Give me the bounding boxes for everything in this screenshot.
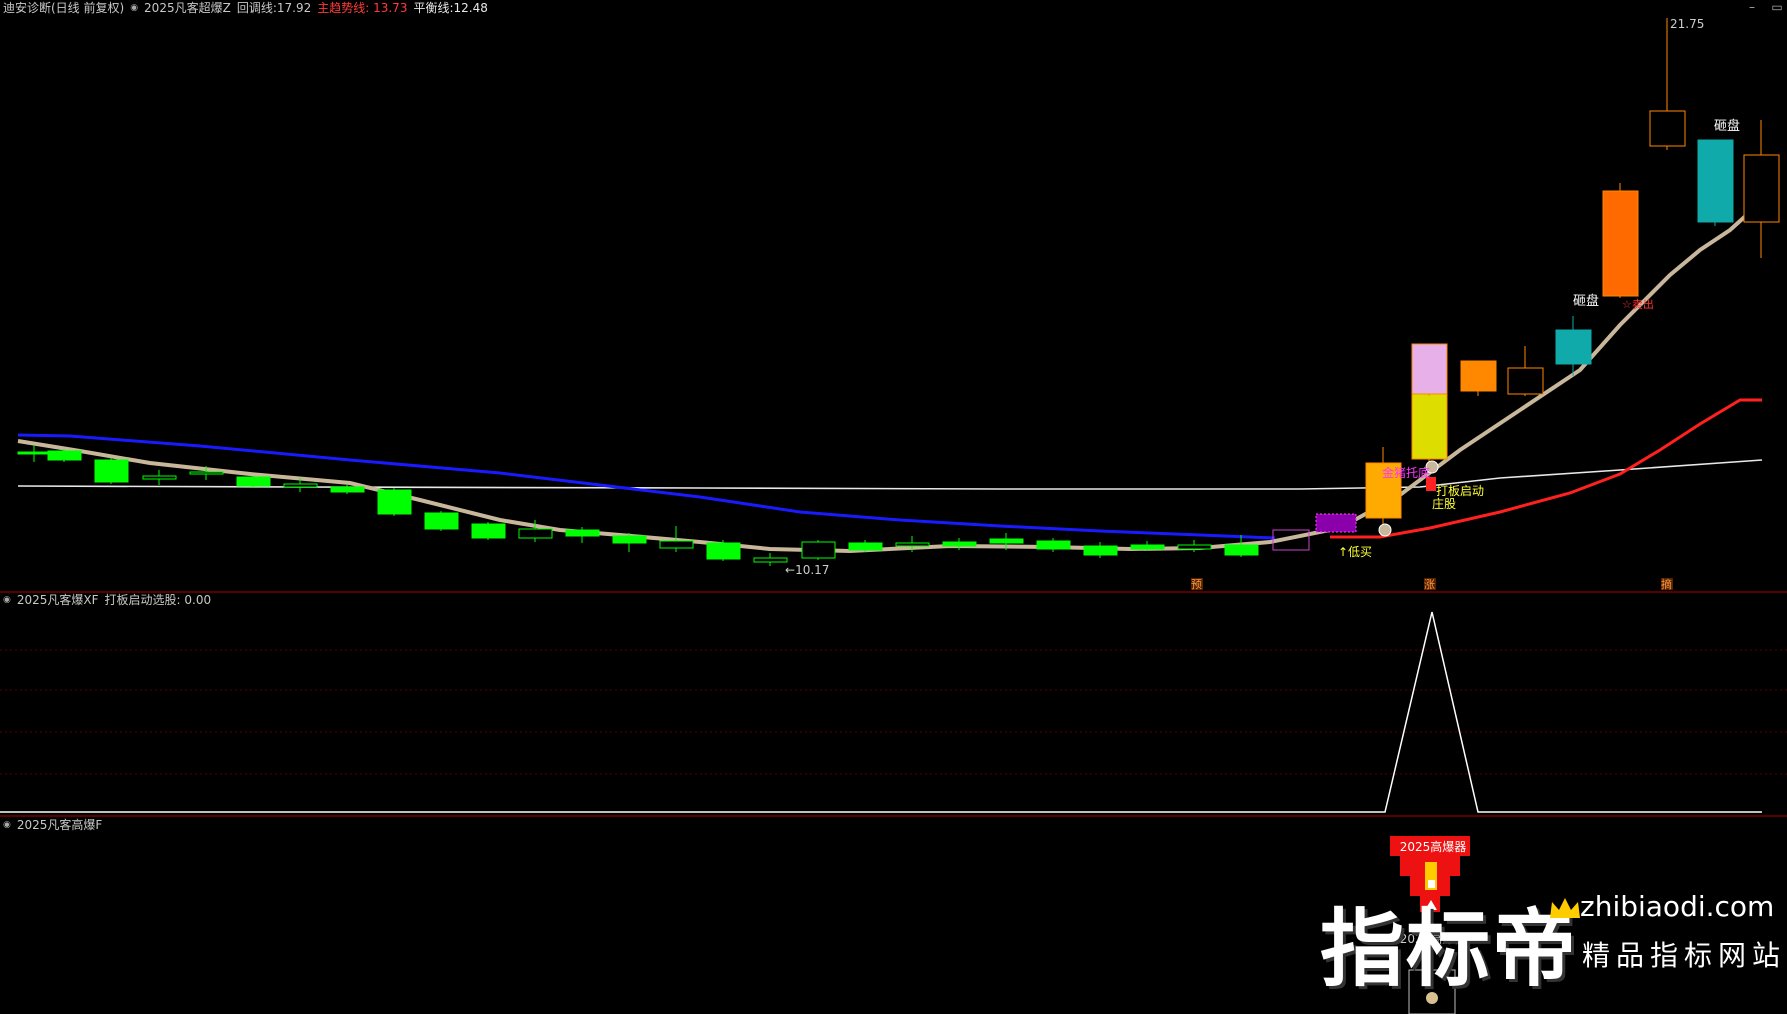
candle-body[interactable] [801, 541, 836, 559]
candle-body[interactable] [1036, 540, 1071, 550]
candle-body[interactable] [895, 542, 930, 547]
brand-logo: 指标帝 [1320, 900, 1579, 998]
brand-domain: zhibiaodi.com [1580, 890, 1775, 923]
watermark: 指标帝 zhibiaodi.com 精品指标网站 [1320, 882, 1780, 1003]
limit-up-start-label: 打板启动 [1436, 484, 1484, 498]
candle-body[interactable] [1507, 367, 1544, 395]
balance-line [17, 459, 1763, 490]
candle-body[interactable] [1649, 110, 1686, 147]
candle-body[interactable] [142, 475, 177, 480]
bottom-markers: 预 涨 摘 [1191, 577, 1673, 591]
marker-zhai: 摘 [1661, 577, 1672, 591]
candle-body[interactable] [942, 541, 977, 547]
low-buy-label: ↑低买 [1338, 545, 1372, 559]
brand-slogan: 精品指标网站 [1582, 939, 1787, 972]
candle-body[interactable] [706, 542, 741, 560]
sell-signal-label: ☆卖出 [1622, 297, 1654, 311]
candle-body[interactable] [518, 528, 553, 539]
purple-signal-box[interactable] [1315, 513, 1357, 533]
candle-body[interactable] [471, 523, 506, 539]
chart-canvas[interactable]: 21.75 ←10.17 砸盘 砸盘 ☆卖出 金猪托底 打板启动 庄股 ↑低买 … [0, 0, 1787, 1014]
candle-body[interactable] [1697, 139, 1734, 223]
candle-body[interactable] [94, 459, 129, 483]
candle-body[interactable] [189, 471, 224, 475]
candle-body[interactable] [659, 540, 694, 549]
candle-body[interactable] [1083, 545, 1118, 556]
candle-body[interactable] [1460, 360, 1497, 392]
sell-pressure-label-1: 砸盘 [1714, 118, 1740, 134]
candle-body[interactable] [47, 450, 82, 461]
limit-up-start-spike [0, 611, 1762, 813]
candle-body[interactable] [848, 542, 883, 551]
sell-pressure-label-2: 砸盘 [1573, 293, 1599, 309]
candle-body[interactable] [1177, 544, 1212, 550]
candle-body[interactable] [1602, 190, 1639, 297]
sub1-gridlines [0, 649, 1787, 775]
candle-body[interactable] [377, 489, 412, 515]
low-price-label: ←10.17 [785, 563, 829, 577]
marker-zhang: 涨 [1424, 578, 1435, 591]
candle-body[interactable] [1411, 393, 1448, 460]
high-price-label: 21.75 [1670, 17, 1704, 31]
candle-body[interactable] [1224, 544, 1259, 556]
crown-icon [1550, 898, 1580, 918]
candle-body[interactable] [1130, 544, 1165, 550]
coin-icon [1378, 523, 1392, 537]
candle-body[interactable] [1555, 329, 1592, 365]
candle-body[interactable] [236, 476, 271, 487]
candle-body[interactable] [283, 483, 318, 488]
candle-body[interactable] [1743, 154, 1780, 223]
candle-body[interactable] [753, 557, 788, 563]
candle-body[interactable] [330, 486, 365, 493]
banner-top-label: 2025高爆器 [1400, 839, 1467, 854]
candle-body[interactable] [989, 538, 1024, 544]
candle-body[interactable] [565, 529, 600, 537]
candles-group[interactable] [17, 18, 1780, 566]
candle-body[interactable] [17, 451, 52, 455]
marker-yu: 预 [1191, 578, 1202, 591]
candle-body[interactable] [1411, 343, 1448, 395]
golden-pig-label: 金猪托底 [1382, 465, 1430, 480]
banker-stock-label: 庄股 [1432, 496, 1456, 511]
candle-body[interactable] [612, 535, 647, 544]
candle-body[interactable] [424, 512, 459, 530]
